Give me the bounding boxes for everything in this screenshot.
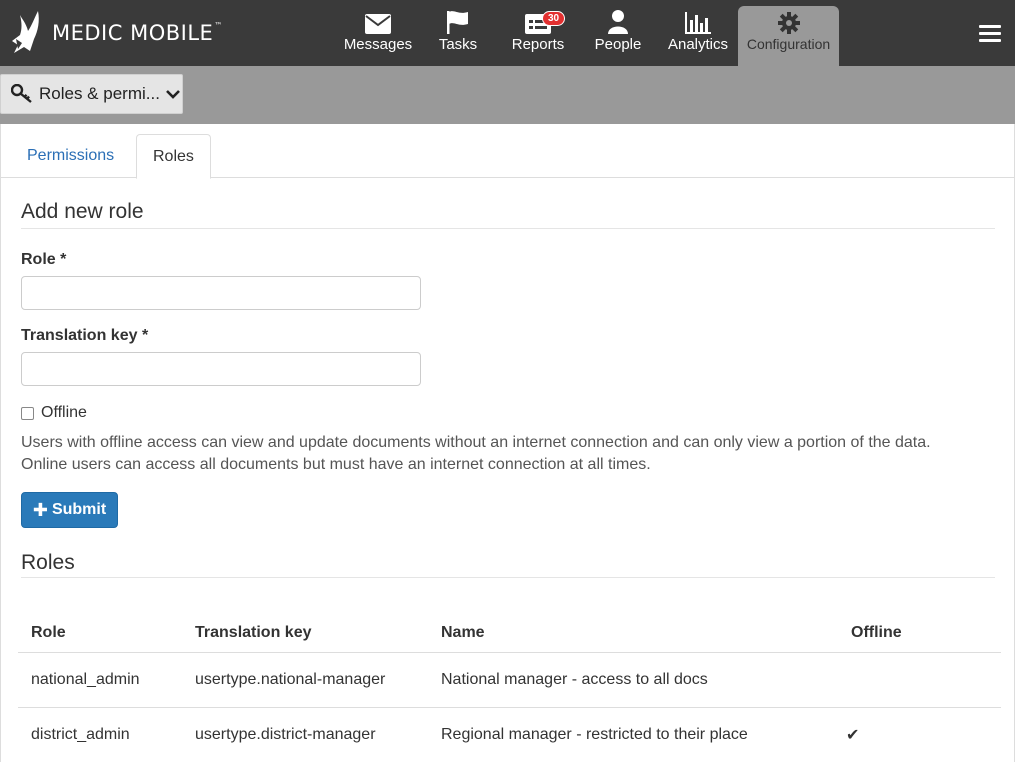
checkmark-icon: ✔: [838, 707, 1001, 762]
logo-text: MEDIC MOBILE™: [52, 21, 223, 45]
offline-label: Offline: [41, 404, 87, 421]
col-header-name: Name: [428, 614, 838, 653]
menu-icon[interactable]: [979, 25, 1001, 46]
nav-reports-label: Reports: [511, 36, 565, 53]
cell-role: district_admin: [18, 707, 182, 762]
divider: [21, 228, 995, 229]
add-role-title: Add new role: [21, 200, 144, 223]
bird-logo-icon: [12, 11, 39, 53]
col-header-translation-key: Translation key: [182, 614, 428, 653]
nav-messages[interactable]: Messages: [338, 6, 418, 66]
offline-help-text: Users with offline access can view and u…: [21, 432, 1001, 476]
cell-translation-key: usertype.district-manager: [182, 707, 428, 762]
roles-title: Roles: [21, 551, 75, 574]
chevron-down-icon: [166, 90, 180, 99]
table-header-row: Role Translation key Name Offline: [18, 614, 1001, 653]
envelope-icon: [365, 14, 391, 34]
nav-configuration[interactable]: Configuration: [738, 6, 839, 66]
main-nav: Messages Tasks 30 Reports People Analyti…: [338, 6, 839, 66]
medic-mobile-logo[interactable]: MEDIC MOBILE™: [8, 8, 223, 58]
help-text-line-1: Users with offline access can view and u…: [21, 434, 931, 451]
plus-icon: ✚: [32, 499, 48, 520]
table-row[interactable]: district_admin usertype.district-manager…: [18, 707, 1001, 762]
reports-count-badge: 30: [542, 11, 566, 26]
tab-roles[interactable]: Roles: [136, 134, 211, 179]
col-header-role: Role: [18, 614, 182, 653]
top-navbar: MEDIC MOBILE™ Messages Tasks 30 Reports …: [0, 0, 1015, 66]
offline-option: Offline: [21, 404, 87, 422]
translation-key-label: Translation key *: [21, 327, 149, 344]
tab-permissions[interactable]: Permissions: [11, 134, 130, 178]
dropdown-label: Roles & permi...: [39, 84, 160, 103]
nav-messages-label: Messages: [343, 36, 413, 53]
role-label: Role *: [21, 251, 67, 268]
submit-button[interactable]: ✚ Submit: [21, 492, 118, 528]
cell-translation-key: usertype.national-manager: [182, 652, 428, 708]
table-row[interactable]: national_admin usertype.national-manager…: [18, 652, 1001, 708]
gear-icon: [777, 12, 800, 34]
cell-offline: [838, 652, 1001, 708]
divider: [21, 577, 995, 578]
bar-chart-icon: [685, 12, 711, 34]
cell-name: National manager - access to all docs: [428, 652, 838, 708]
main-content: Permissions Roles Add new role Role * Tr…: [0, 124, 1015, 762]
nav-tasks[interactable]: Tasks: [418, 6, 498, 66]
help-text-line-2: Online users can access all documents bu…: [21, 456, 651, 473]
nav-people-label: People: [594, 36, 642, 53]
flag-icon: [447, 11, 468, 34]
config-section-dropdown[interactable]: Roles & permi...: [0, 74, 183, 114]
roles-table: Role Translation key Name Offline nation…: [18, 614, 1001, 762]
cell-role: national_admin: [18, 652, 182, 708]
translation-key-input[interactable]: [21, 352, 421, 386]
nav-analytics[interactable]: Analytics: [658, 6, 738, 66]
nav-analytics-label: Analytics: [667, 36, 729, 53]
person-icon: [608, 10, 628, 34]
submit-label: Submit: [51, 501, 107, 518]
nav-configuration-label: Configuration: [746, 36, 831, 52]
tab-bar: Permissions Roles: [1, 134, 1014, 179]
offline-checkbox[interactable]: [21, 406, 34, 420]
nav-tasks-label: Tasks: [438, 36, 478, 53]
cell-name: Regional manager - restricted to their p…: [428, 707, 838, 762]
nav-reports[interactable]: 30 Reports: [498, 6, 578, 66]
nav-people[interactable]: People: [578, 6, 658, 66]
col-header-offline: Offline: [838, 614, 1001, 653]
sub-header: Roles & permi...: [0, 66, 1015, 124]
key-icon: [11, 84, 32, 103]
role-input[interactable]: [21, 276, 421, 310]
